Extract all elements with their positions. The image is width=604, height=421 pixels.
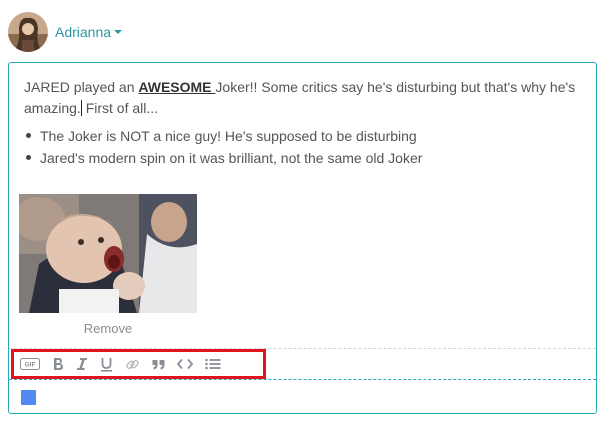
attached-gif-image — [19, 194, 197, 313]
text-segment: JARED played an — [24, 79, 139, 95]
quote-button[interactable] — [152, 353, 165, 375]
bullet-list: The Joker is NOT a nice guy! He's suppos… — [24, 125, 422, 169]
avatar[interactable] — [8, 12, 48, 52]
bold-button[interactable] — [52, 353, 64, 375]
user-header: Adrianna — [8, 12, 123, 52]
list-button[interactable] — [205, 353, 221, 375]
code-icon — [177, 358, 193, 370]
gif-button[interactable]: GIF — [20, 353, 40, 375]
username-dropdown[interactable]: Adrianna — [55, 24, 123, 40]
italic-icon — [77, 358, 87, 370]
underline-icon — [101, 357, 112, 372]
formatting-toolbar: GIF — [11, 349, 266, 379]
bold-underlined-text: AWESOME — [138, 79, 216, 95]
italic-button[interactable] — [76, 353, 88, 375]
list-item: The Joker is NOT a nice guy! He's suppos… — [24, 125, 422, 147]
link-button[interactable] — [125, 353, 140, 375]
color-picker-swatch[interactable] — [21, 390, 36, 405]
list-icon — [205, 358, 221, 370]
username-label: Adrianna — [55, 24, 112, 40]
underline-button[interactable] — [100, 353, 113, 375]
caret-down-icon — [114, 30, 123, 34]
remove-attachment-link[interactable]: Remove — [19, 321, 197, 336]
post-composer[interactable]: JARED played an AWESOME Joker!! Some cri… — [8, 62, 597, 414]
post-text[interactable]: JARED played an AWESOME Joker!! Some cri… — [24, 77, 584, 119]
link-icon — [126, 359, 139, 369]
code-button[interactable] — [177, 353, 193, 375]
svg-text:GIF: GIF — [25, 362, 36, 369]
bold-icon — [54, 358, 63, 370]
quote-icon — [152, 359, 165, 369]
list-item: Jared's modern spin on it was brilliant,… — [24, 147, 422, 169]
composer-divider — [9, 379, 596, 380]
gif-icon: GIF — [20, 358, 40, 370]
text-segment: First of all... — [81, 100, 159, 116]
